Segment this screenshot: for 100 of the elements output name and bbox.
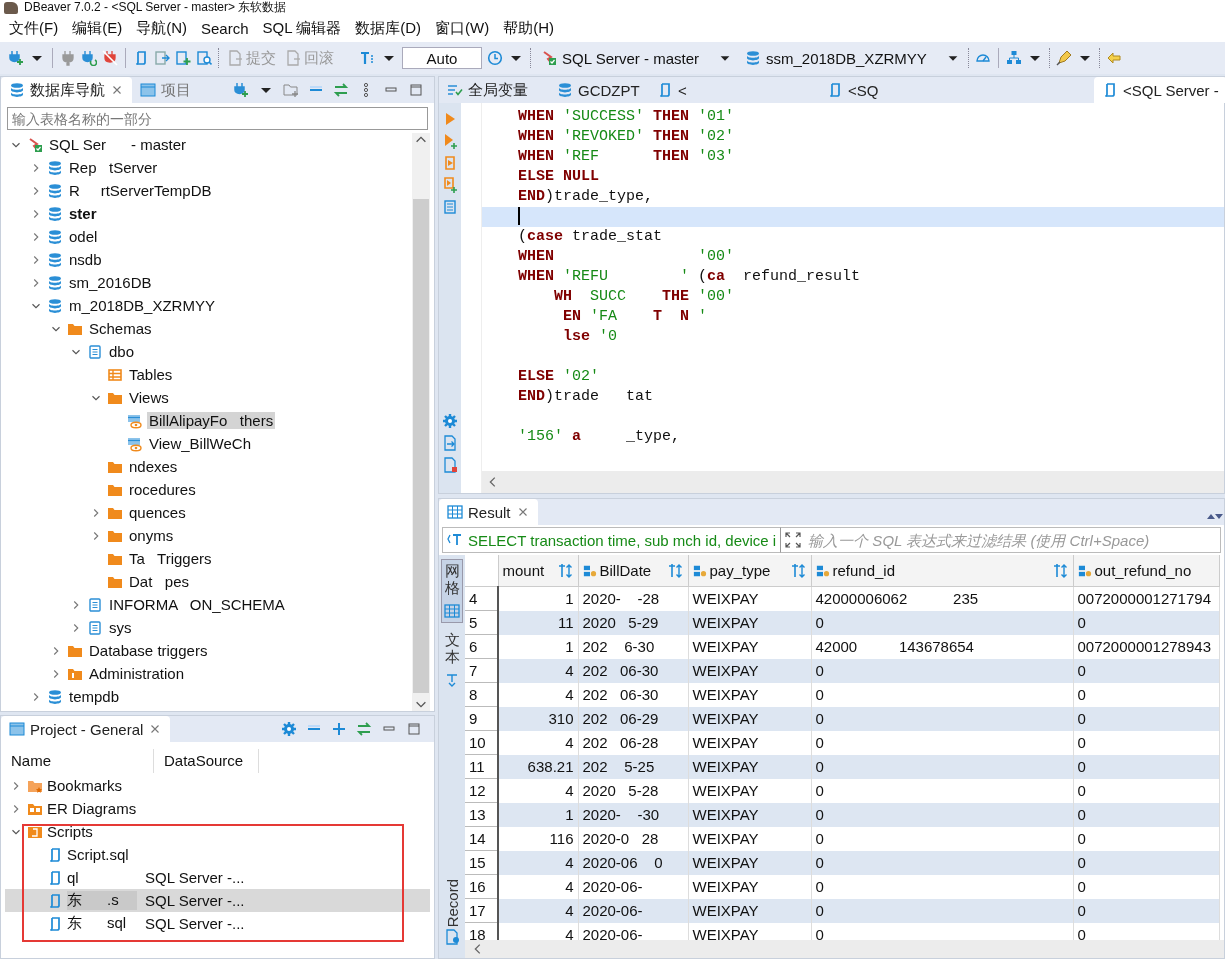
menu-item[interactable]: 帮助(H): [496, 18, 561, 38]
tree-item-label[interactable]: BillAlipayFo thers: [147, 412, 276, 429]
result-tab[interactable]: Result: [439, 499, 538, 525]
execution-plan-icon[interactable]: [442, 199, 458, 215]
tree-item-label[interactable]: Dat pes: [127, 573, 192, 590]
link-editor-icon[interactable]: [356, 721, 372, 737]
menu-item[interactable]: 数据库(D): [348, 18, 428, 38]
tree-item-label[interactable]: sys: [107, 619, 134, 636]
tree-item-label[interactable]: ndexes: [127, 458, 180, 475]
history-icon[interactable]: [487, 50, 503, 66]
tree-item-label[interactable]: View_BillWeCh: [147, 435, 253, 452]
back-arrow-icon[interactable]: [1105, 50, 1122, 66]
tree-item-label[interactable]: INFORMA ON_SCHEMA: [107, 596, 287, 613]
editor-tab[interactable]: <SQL Server -: [1094, 77, 1225, 103]
table-cell: 0: [1073, 802, 1219, 827]
text-column-icon: [582, 563, 597, 578]
tree-item-label[interactable]: Tables: [127, 366, 175, 383]
link-editor-icon[interactable]: [333, 82, 349, 98]
table-cell: 2020- -28: [578, 586, 688, 611]
view-tab[interactable]: 文本: [442, 629, 462, 691]
tree-item-label[interactable]: rocedures: [127, 481, 198, 498]
tree-item-label[interactable]: ster: [67, 205, 99, 222]
tree-item-label[interactable]: ER Diagrams: [47, 800, 137, 817]
tree-item-label[interactable]: onyms: [127, 527, 176, 544]
code-line: WHEN 'REFU ' (ca refund_result: [517, 267, 862, 287]
table-cell: 0: [811, 610, 1073, 635]
panel-tab[interactable]: 项目: [132, 77, 199, 103]
tree-item-label[interactable]: Script.sql: [67, 846, 137, 863]
menu-item[interactable]: 编辑(E): [65, 18, 130, 38]
tree-item-label[interactable]: Database triggers: [87, 642, 210, 659]
tree-item-label[interactable]: SQL Ser - master: [47, 136, 188, 153]
new-connection-icon[interactable]: [233, 82, 249, 98]
horizontal-scrollbar[interactable]: [465, 940, 1224, 958]
editor-tab[interactable]: 全局变量: [439, 77, 549, 103]
sort-filter-icon[interactable]: [557, 562, 574, 579]
tree-item-label[interactable]: sm_2016DB: [67, 274, 154, 291]
run-script-icon[interactable]: [442, 155, 458, 171]
tree-item-label[interactable]: odel: [67, 228, 100, 245]
disconnect-icon[interactable]: [102, 50, 118, 66]
panel-tab[interactable]: Project - General: [1, 716, 171, 742]
run-new-tab-icon[interactable]: [442, 133, 458, 149]
editor-tab[interactable]: <SQ: [819, 77, 1094, 103]
database-selector[interactable]: ssm_2018DB_XZRMYY: [743, 49, 962, 67]
sort-filter-icon[interactable]: [667, 562, 684, 579]
scrollbar[interactable]: [412, 133, 430, 711]
tree-item-label[interactable]: quences: [127, 504, 188, 521]
menu-item[interactable]: 文件(F): [2, 18, 66, 38]
tree-item-label[interactable]: dbo: [107, 343, 137, 360]
new-connection-icon[interactable]: [8, 50, 24, 66]
connection-selector[interactable]: SQL Server - master: [539, 49, 734, 67]
find-script-icon[interactable]: [196, 50, 212, 66]
tree-item-label[interactable]: Rep tServer: [67, 159, 160, 176]
settings-icon[interactable]: [442, 413, 458, 429]
format-icon[interactable]: [360, 50, 376, 66]
column-header[interactable]: DataSource: [154, 749, 259, 773]
fullscreen-icon[interactable]: [785, 532, 802, 548]
filter-field[interactable]: 输入表格名称的一部分: [7, 107, 428, 130]
tree-item-label[interactable]: ql: [67, 869, 137, 886]
view-tab[interactable]: Record: [441, 875, 463, 948]
column-header[interactable]: Name: [1, 749, 154, 773]
menu-item[interactable]: 导航(N): [129, 18, 194, 38]
tree-item-label[interactable]: Views: [127, 389, 171, 406]
panel-tab[interactable]: 数据库导航: [1, 77, 132, 103]
run-script-new-tab-icon[interactable]: [442, 177, 458, 193]
plug-icon[interactable]: [60, 50, 76, 66]
tree-item-label[interactable]: R rtServerTempDB: [67, 182, 214, 199]
tree-item-label[interactable]: Schemas: [87, 320, 154, 337]
problems-icon[interactable]: [442, 457, 458, 473]
export-icon[interactable]: [442, 435, 458, 451]
tree-item-label[interactable]: tempdb: [67, 688, 122, 705]
row-number: 11: [465, 754, 498, 779]
sort-filter-icon[interactable]: [790, 562, 807, 579]
expand-all-icon[interactable]: [331, 721, 347, 737]
new-folder-icon[interactable]: [283, 82, 299, 98]
menu-item[interactable]: Search: [194, 19, 256, 37]
reconnect-icon[interactable]: [81, 50, 97, 66]
maximize-icon[interactable]: [408, 82, 424, 98]
open-script-icon[interactable]: [154, 50, 170, 66]
tree-item-label[interactable]: Administration: [87, 665, 187, 682]
sort-filter-icon[interactable]: [1052, 562, 1069, 579]
tree-item-label[interactable]: 东 .s: [67, 891, 137, 910]
transaction-mode-field[interactable]: Auto: [402, 47, 482, 69]
view-tab[interactable]: 网格: [441, 559, 463, 623]
editor-tab[interactable]: <: [649, 77, 819, 103]
tree-item-label[interactable]: m_2018DB_XZRMYY: [67, 297, 217, 314]
tree-item-label[interactable]: 东 sql: [67, 914, 137, 933]
tree-item-label[interactable]: Ta Triggers: [127, 550, 214, 567]
horizontal-scrollbar[interactable]: [482, 471, 1224, 493]
maximize-icon[interactable]: [406, 721, 422, 737]
filter-field[interactable]: 输入一个 SQL 表达式来过滤结果 (使用 Ctrl+Space): [780, 527, 1221, 553]
tree-item-label[interactable]: Bookmarks: [47, 777, 123, 794]
menu-item[interactable]: SQL 编辑器: [255, 18, 349, 38]
menu-item[interactable]: 窗口(W): [428, 18, 497, 38]
new-script-icon[interactable]: [175, 50, 191, 66]
table-cell: 0072000001278943: [1073, 634, 1219, 659]
table-cell: WEIXPAY: [688, 802, 811, 827]
tree-item-label[interactable]: nsdb: [67, 251, 104, 268]
tree-item-label[interactable]: Scripts: [47, 823, 93, 840]
settings-icon[interactable]: [281, 721, 297, 737]
editor-tab[interactable]: GCDZPT: [549, 77, 649, 103]
